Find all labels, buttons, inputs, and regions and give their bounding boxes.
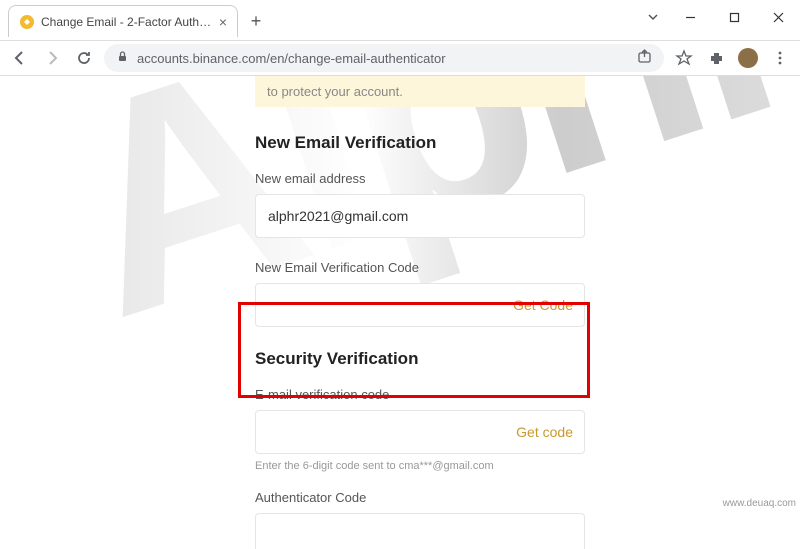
forward-button[interactable]	[40, 46, 64, 70]
email-code-label: E-mail verification code	[255, 387, 585, 402]
profile-avatar[interactable]	[736, 46, 760, 70]
email-code-helper: Enter the 6-digit code sent to cma***@gm…	[255, 460, 585, 472]
section-heading-new-email: New Email Verification	[255, 133, 585, 153]
new-email-code-label: New Email Verification Code	[255, 260, 585, 275]
menu-icon[interactable]	[768, 46, 792, 70]
source-attribution: www.deuaq.com	[723, 498, 796, 509]
authenticator-code-label: Authenticator Code	[255, 490, 585, 505]
info-banner: to protect your account.	[255, 76, 585, 107]
extensions-icon[interactable]	[704, 46, 728, 70]
lock-icon	[116, 50, 129, 66]
reload-button[interactable]	[72, 46, 96, 70]
new-email-label: New email address	[255, 171, 585, 186]
star-icon[interactable]	[672, 46, 696, 70]
tab-title: Change Email - 2-Factor Authent	[41, 15, 213, 29]
close-window-button[interactable]	[756, 5, 800, 29]
tab-close-icon[interactable]: ×	[219, 14, 227, 30]
get-code-button-security[interactable]: Get code	[516, 424, 573, 440]
browser-tab[interactable]: Change Email - 2-Factor Authent ×	[8, 5, 238, 37]
authenticator-code-input[interactable]	[255, 513, 585, 549]
url-text: accounts.binance.com/en/change-email-aut…	[137, 51, 629, 66]
minimize-button[interactable]	[668, 5, 712, 29]
get-code-button-new[interactable]: Get Code	[513, 297, 573, 313]
back-button[interactable]	[8, 46, 32, 70]
new-email-input[interactable]	[255, 194, 585, 238]
share-icon[interactable]	[637, 49, 652, 67]
address-bar[interactable]: accounts.binance.com/en/change-email-aut…	[104, 44, 664, 72]
tab-overflow-icon[interactable]	[638, 5, 668, 29]
new-tab-button[interactable]: +	[242, 7, 270, 35]
favicon-icon	[19, 14, 35, 30]
maximize-button[interactable]	[712, 5, 756, 29]
section-heading-security: Security Verification	[255, 349, 585, 369]
